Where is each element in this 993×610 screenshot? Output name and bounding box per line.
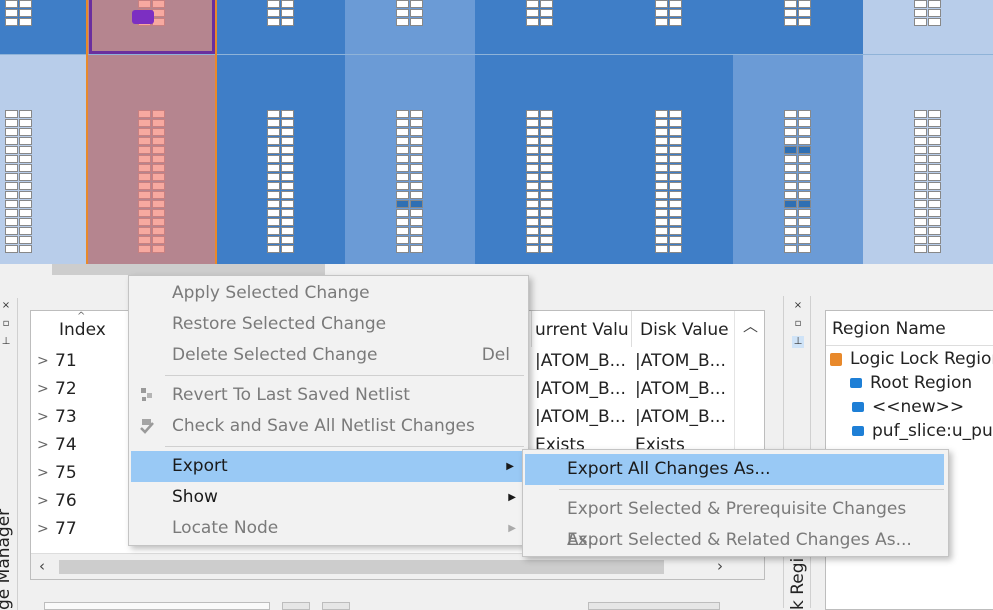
cell-index: 71 (55, 351, 77, 371)
column-header-current-value[interactable]: urrent Valu (535, 311, 631, 347)
logic-block-stack (914, 110, 942, 254)
scroll-right-icon[interactable]: › (717, 557, 723, 575)
logic-block-stack (5, 110, 33, 254)
toolbar-button[interactable] (322, 602, 350, 610)
check-save-icon (140, 419, 154, 434)
scroll-up-icon[interactable]: ︿ (743, 315, 758, 336)
expand-chevron-icon[interactable]: > (37, 487, 49, 515)
logic-block-stack (267, 0, 295, 27)
cell-disk-value: |ATOM_B... (635, 351, 726, 371)
expand-chevron-icon[interactable]: > (37, 515, 49, 543)
column-header-disk-value[interactable]: Disk Value (640, 311, 734, 347)
floorplan-column[interactable] (0, 0, 86, 264)
menu-item-apply-selected-change[interactable]: Apply Selected Change (129, 278, 528, 309)
column-header-index[interactable]: Index (59, 311, 139, 347)
tree-item-logic-lock-region[interactable]: Logic Lock Region (830, 347, 993, 371)
floorplan-column[interactable] (733, 0, 863, 264)
expand-chevron-icon[interactable]: > (37, 375, 49, 403)
expand-chevron-icon[interactable]: > (37, 347, 49, 375)
menu-item-export[interactable]: Export ▶ (131, 451, 526, 482)
submenu-arrow-icon: ▶ (508, 492, 516, 503)
tree-item-puf-slice[interactable]: puf_slice:u_puf (852, 419, 993, 443)
column-header-region-name[interactable]: Region Name (832, 317, 946, 341)
pin-icon[interactable]: ⊥ (792, 336, 804, 348)
cell-index: 76 (55, 491, 77, 511)
menu-item-export-selected-related[interactable]: Export Selected & Related Changes As... (523, 525, 948, 556)
menu-item-restore-selected-change[interactable]: Restore Selected Change (129, 309, 528, 340)
change-manager-dock: × ▫ ⊥ ge Manager (0, 298, 18, 610)
cell-index: 75 (55, 463, 77, 483)
cell-current-value: |ATOM_B... (535, 379, 626, 399)
close-icon[interactable]: × (0, 300, 12, 312)
logic-block-stack (914, 0, 942, 27)
toolbar-button[interactable] (282, 602, 310, 610)
expand-chevron-icon[interactable]: > (37, 403, 49, 431)
logic-block-stack (784, 110, 812, 254)
logic-block-stack (396, 0, 424, 27)
revert-icon (141, 388, 152, 401)
floorplan-column[interactable] (475, 0, 605, 264)
region-icon (852, 426, 864, 436)
logic-block-stack (267, 110, 295, 254)
menu-item-show[interactable]: Show ▶ (129, 482, 528, 513)
submenu-arrow-icon: ▶ (508, 523, 516, 534)
floorplan-horizontal-scrollbar[interactable] (0, 264, 993, 275)
menu-item-delete-selected-change[interactable]: Delete Selected Change Del (129, 340, 528, 371)
chip-floorplan[interactable] (0, 0, 993, 264)
scroll-left-icon[interactable]: ‹ (39, 557, 45, 575)
floorplan-column[interactable] (217, 0, 345, 264)
logic-block-stack (526, 0, 554, 27)
selected-node-marker (132, 10, 154, 24)
menu-item-export-selected-prerequisite[interactable]: Export Selected & Prerequisite Changes A… (523, 494, 948, 550)
logic-block-stack (655, 0, 683, 27)
logic-block-stack (5, 0, 33, 27)
menu-item-locate-node[interactable]: Locate Node ▶ (129, 513, 528, 544)
cell-disk-value: |ATOM_B... (635, 407, 726, 427)
lock-icon (830, 352, 842, 366)
export-submenu: Export All Changes As... Export Selected… (522, 449, 949, 557)
cell-current-value: |ATOM_B... (535, 351, 626, 371)
selected-block-highlight (89, 0, 215, 54)
logic-block-stack (396, 110, 424, 254)
tree-item-new-region[interactable]: <<new>> (852, 395, 964, 419)
submenu-arrow-icon: ▶ (506, 461, 514, 472)
float-icon[interactable]: ▫ (0, 318, 12, 330)
pin-icon[interactable]: ⊥ (0, 336, 12, 348)
cell-index: 74 (55, 435, 77, 455)
floorplan-column[interactable] (605, 0, 733, 264)
floorplan-column[interactable] (345, 0, 475, 264)
table-scroll-thumb[interactable] (59, 560, 664, 574)
cell-current-value: |ATOM_B... (535, 407, 626, 427)
floorplan-column[interactable] (863, 0, 993, 264)
menu-item-check-and-save-all-netlist-changes[interactable]: Check and Save All Netlist Changes (129, 411, 528, 442)
float-icon[interactable]: ▫ (792, 318, 804, 330)
cell-disk-value: |ATOM_B... (635, 379, 726, 399)
tree-item-root-region[interactable]: Root Region (850, 371, 972, 395)
toolbar-button[interactable] (588, 602, 720, 610)
logic-block-stack (655, 110, 683, 254)
logic-block-stack (784, 0, 812, 27)
cell-index: 72 (55, 379, 77, 399)
cell-index: 73 (55, 407, 77, 427)
expand-chevron-icon[interactable]: > (37, 431, 49, 459)
menu-item-export-all-changes[interactable]: Export All Changes As... (525, 454, 944, 485)
filter-field[interactable] (44, 602, 270, 610)
menu-item-revert-to-last-saved-netlist[interactable]: Revert To Last Saved Netlist (129, 380, 528, 411)
expand-chevron-icon[interactable]: > (37, 459, 49, 487)
region-stack-icon (850, 378, 862, 388)
change-manager-dock-label[interactable]: ge Manager (0, 509, 14, 610)
logic-block-stack (526, 110, 554, 254)
context-menu: Apply Selected Change Restore Selected C… (128, 275, 529, 546)
floorplan-scroll-thumb[interactable] (52, 264, 325, 275)
cell-index: 77 (55, 519, 77, 539)
region-icon (852, 402, 864, 412)
close-icon[interactable]: × (792, 300, 804, 312)
